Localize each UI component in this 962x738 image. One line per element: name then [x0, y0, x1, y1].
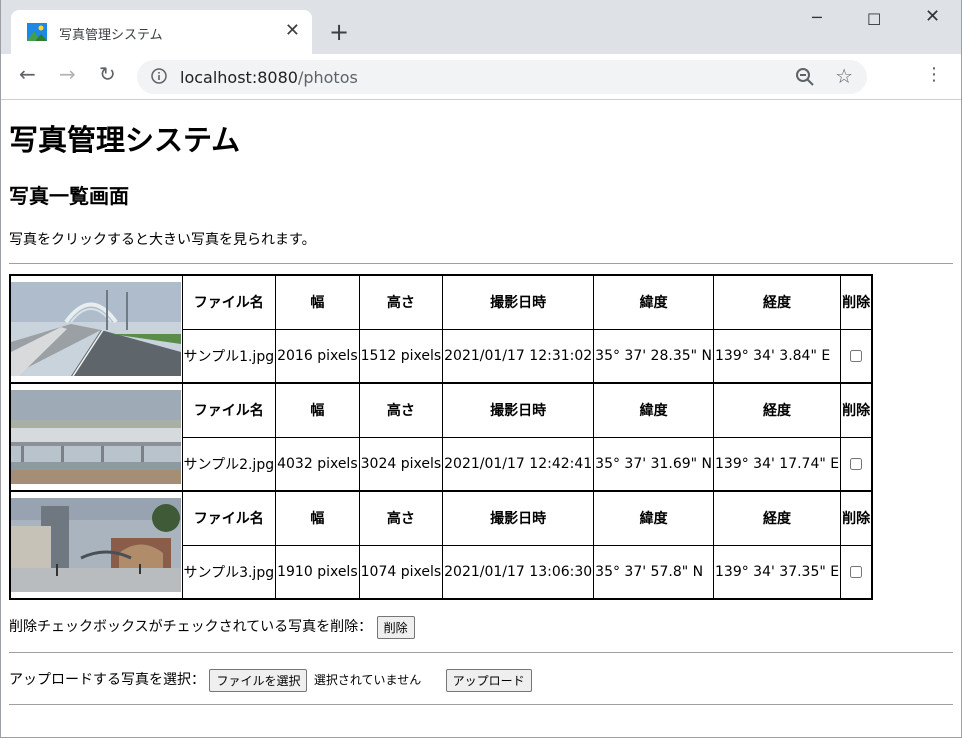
url-path: /photos [297, 68, 358, 87]
header-width: 幅 [275, 382, 360, 438]
bridge-photo-image[interactable] [11, 282, 182, 376]
tab-title: 写真管理システム [59, 28, 163, 43]
choose-file-button[interactable]: ファイルを選択 [209, 668, 308, 692]
delete-checkbox-2[interactable] [850, 457, 863, 470]
delete-button[interactable]: 削除 [376, 615, 415, 639]
divider [9, 704, 953, 705]
cell-height: 1512 pixels [358, 328, 444, 384]
header-datetime: 撮影日時 [442, 490, 595, 546]
tab-strip: 写真管理システム ✕ + ─ ☐ ✕ [1, 0, 961, 54]
browser-toolbar: ← → ↻ localhost:8080/photos ☆ ⋮ [1, 54, 961, 100]
cell-latitude: 35° 37' 57.8" N [593, 544, 714, 600]
header-longitude: 経度 [712, 490, 842, 546]
delete-label: 削除チェックボックスがチェックされている写真を削除： [9, 619, 373, 635]
photo-thumbnail-1[interactable] [9, 274, 183, 384]
zoom-out-icon[interactable] [795, 67, 815, 87]
cell-latitude: 35° 37' 31.69" N [593, 436, 714, 492]
no-file-selected-text: 選択されていません [313, 673, 422, 687]
image-icon [27, 23, 47, 41]
header-row: ファイル名 幅 高さ 撮影日時 緯度 経度 削除 [9, 490, 873, 600]
cell-latitude: 35° 37' 28.35" N [593, 328, 714, 384]
header-delete: 削除 [840, 274, 873, 330]
window-close-icon[interactable]: ✕ [925, 8, 940, 26]
cell-longitude: 139° 34' 17.74" E [712, 436, 842, 492]
header-width: 幅 [275, 274, 360, 330]
header-latitude: 緯度 [593, 274, 714, 330]
forward-icon[interactable]: → [59, 64, 76, 84]
header-height: 高さ [358, 274, 444, 330]
divider [9, 263, 953, 264]
cell-longitude: 139° 34' 3.84" E [712, 328, 842, 384]
header-filename: ファイル名 [181, 274, 277, 330]
header-datetime: 撮影日時 [442, 274, 595, 330]
delete-checkbox-1[interactable] [850, 349, 863, 362]
cell-datetime: 2021/01/17 12:31:02 [442, 328, 595, 384]
header-delete: 削除 [840, 490, 873, 546]
divider [9, 652, 953, 653]
upload-form: アップロードする写真を選択： ファイルを選択 選択されていません アップロード [9, 668, 953, 692]
header-row: ファイル名 幅 高さ 撮影日時 緯度 経度 削除 [9, 382, 873, 492]
header-height: 高さ [358, 382, 444, 438]
header-latitude: 緯度 [593, 382, 714, 438]
cell-datetime: 2021/01/17 12:42:41 [442, 436, 595, 492]
header-longitude: 経度 [712, 274, 842, 330]
photo-block-2: ファイル名 幅 高さ 撮影日時 緯度 経度 削除 サンプル2.jpg 4032 … [9, 382, 873, 492]
url-text[interactable]: localhost:8080/photos [180, 68, 358, 87]
cell-width: 2016 pixels [275, 328, 360, 384]
cell-longitude: 139° 34' 37.35" E [712, 544, 842, 600]
photo-thumbnail-3[interactable] [9, 490, 183, 600]
header-height: 高さ [358, 490, 444, 546]
close-tab-icon[interactable]: ✕ [285, 21, 300, 41]
header-delete: 削除 [840, 382, 873, 438]
delete-checkbox-3[interactable] [850, 565, 863, 578]
header-longitude: 経度 [712, 382, 842, 438]
browser-menu-icon[interactable]: ⋮ [925, 65, 943, 85]
address-bar[interactable]: localhost:8080/photos ☆ [137, 60, 867, 94]
station-photo-image[interactable] [11, 498, 182, 592]
photo-block-1: ファイル名 幅 高さ 撮影日時 緯度 経度 削除 サンプル1.jpg 2016 … [9, 274, 873, 384]
reload-icon[interactable]: ↻ [99, 64, 116, 84]
header-width: 幅 [275, 490, 360, 546]
cell-filename: サンプル2.jpg [181, 436, 277, 492]
tab-photos[interactable]: 写真管理システム ✕ [11, 10, 312, 54]
river-bridge-photo-image[interactable] [11, 390, 182, 484]
back-icon[interactable]: ← [19, 64, 36, 84]
cell-delete [840, 436, 873, 492]
bookmark-star-icon[interactable]: ☆ [835, 64, 853, 88]
cell-delete [840, 328, 873, 384]
browser-window: 写真管理システム ✕ + ─ ☐ ✕ ← → ↻ localhost:8080/… [0, 0, 962, 738]
delete-form: 削除チェックボックスがチェックされている写真を削除： 削除 [9, 615, 953, 639]
cell-filename: サンプル1.jpg [181, 328, 277, 384]
cell-datetime: 2021/01/17 13:06:30 [442, 544, 595, 600]
page-content: 写真管理システム 写真一覧画面 写真をクリックすると大きい写真を見られます。 フ… [1, 122, 961, 705]
maximize-icon[interactable]: ☐ [867, 12, 881, 28]
photo-table: ファイル名 幅 高さ 撮影日時 緯度 経度 削除 サンプル1.jpg 2016 … [9, 274, 874, 600]
header-latitude: 緯度 [593, 490, 714, 546]
info-icon[interactable] [151, 68, 167, 84]
upload-button[interactable]: アップロード [445, 668, 532, 692]
page-subtitle: 写真一覧画面 [9, 184, 129, 208]
cell-height: 3024 pixels [358, 436, 444, 492]
cell-delete [840, 544, 873, 600]
intro-text: 写真をクリックすると大きい写真を見られます。 [9, 232, 316, 248]
photo-thumbnail-2[interactable] [9, 382, 183, 492]
header-datetime: 撮影日時 [442, 382, 595, 438]
cell-filename: サンプル3.jpg [181, 544, 277, 600]
cell-height: 1074 pixels [358, 544, 444, 600]
new-tab-icon[interactable]: + [329, 20, 349, 44]
header-row: ファイル名 幅 高さ 撮影日時 緯度 経度 削除 [9, 274, 873, 384]
cell-width: 4032 pixels [275, 436, 360, 492]
upload-label: アップロードする写真を選択： [9, 672, 205, 688]
url-host: localhost:8080 [180, 68, 298, 87]
minimize-icon[interactable]: ─ [812, 10, 822, 26]
header-filename: ファイル名 [181, 490, 277, 546]
photo-block-3: ファイル名 幅 高さ 撮影日時 緯度 経度 削除 サンプル3.jpg 1910 … [9, 490, 873, 600]
page-title: 写真管理システム [9, 123, 241, 157]
cell-width: 1910 pixels [275, 544, 360, 600]
header-filename: ファイル名 [181, 382, 277, 438]
